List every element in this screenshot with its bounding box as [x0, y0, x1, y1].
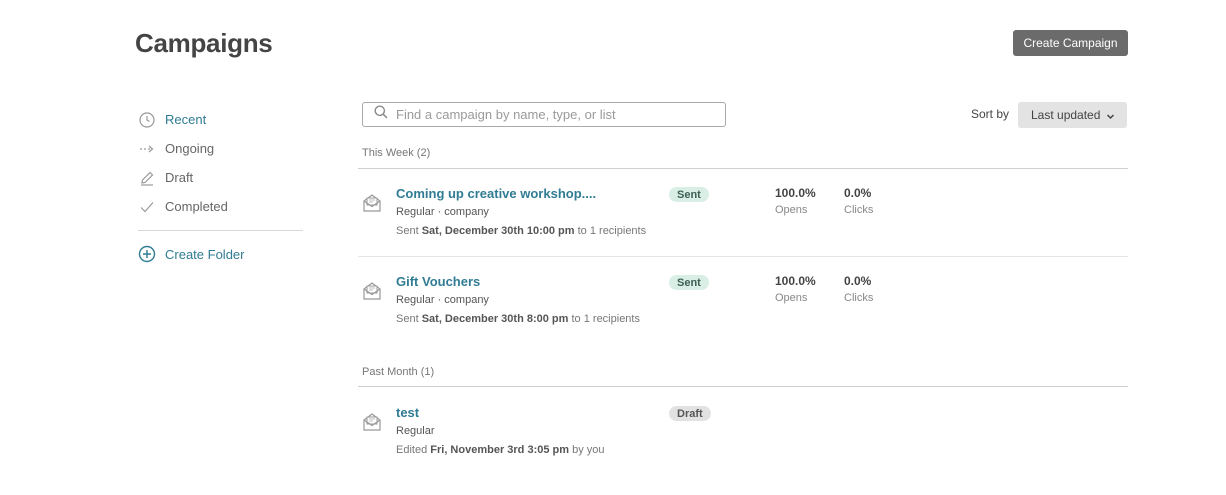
- campaign-meta: Sent Sat, December 30th 10:00 pm to 1 re…: [396, 225, 647, 237]
- sidebar-item-recent[interactable]: Recent: [138, 105, 303, 134]
- email-campaign-icon: [362, 281, 382, 301]
- sort-label: Sort by: [971, 107, 1010, 121]
- opens-label: Opens: [775, 292, 808, 304]
- sort-dropdown[interactable]: Last updated: [1018, 102, 1127, 128]
- status-badge: Draft: [669, 406, 711, 421]
- clicks-value: 0.0%: [844, 274, 872, 288]
- campaign-title-link[interactable]: Gift Vouchers: [396, 274, 480, 289]
- search-input[interactable]: [396, 107, 716, 122]
- sidebar-item-draft[interactable]: Draft: [138, 163, 303, 192]
- campaign-title-link[interactable]: test: [396, 405, 419, 420]
- campaign-row: Coming up creative workshop.... Regular …: [358, 186, 1128, 266]
- clicks-stat: 0.0% Clicks: [844, 186, 873, 216]
- campaign-title-link[interactable]: Coming up creative workshop....: [396, 186, 596, 201]
- campaign-row: test Regular Edited Fri, November 3rd 3:…: [358, 405, 1128, 485]
- group-divider: [358, 386, 1128, 387]
- chevron-down-icon: [1106, 110, 1115, 124]
- campaign-type: Regular · company: [396, 206, 489, 218]
- group-divider: [358, 168, 1128, 169]
- opens-value: 100.0%: [775, 186, 816, 200]
- opens-stat: 100.0% Opens: [775, 186, 816, 216]
- campaign-row: Gift Vouchers Regular · company Sent Sat…: [358, 274, 1128, 354]
- dashed-arrow-icon: [138, 140, 156, 158]
- clicks-value: 0.0%: [844, 186, 872, 200]
- status-badge: Sent: [669, 187, 709, 202]
- opens-label: Opens: [775, 204, 808, 216]
- group-header-this-week: This Week (2): [362, 147, 431, 159]
- campaign-meta: Sent Sat, December 30th 8:00 pm to 1 rec…: [396, 313, 640, 325]
- sidebar-item-completed[interactable]: Completed: [138, 192, 303, 221]
- group-header-past-month: Past Month (1): [362, 366, 435, 378]
- sidebar-item-label: Recent: [165, 112, 207, 127]
- checkmark-icon: [138, 198, 156, 216]
- clock-icon: [138, 111, 156, 129]
- search-box: [362, 102, 726, 127]
- search-icon: [374, 105, 388, 124]
- row-divider: [358, 256, 1128, 257]
- email-campaign-icon: [362, 412, 382, 432]
- sidebar-item-label: Draft: [165, 170, 194, 185]
- opens-value: 100.0%: [775, 274, 816, 288]
- sort-selected-value: Last updated: [1031, 108, 1101, 122]
- sidebar-item-label: Completed: [165, 199, 228, 214]
- plus-circle-icon: [138, 245, 156, 263]
- campaign-type: Regular: [396, 425, 435, 437]
- campaign-type: Regular · company: [396, 294, 489, 306]
- page-title: Campaigns: [135, 28, 273, 58]
- clicks-label: Clicks: [844, 292, 874, 304]
- email-campaign-icon: [362, 193, 382, 213]
- opens-stat: 100.0% Opens: [775, 274, 816, 304]
- campaign-meta: Edited Fri, November 3rd 3:05 pm by you: [396, 444, 605, 456]
- sidebar-divider: [138, 230, 303, 231]
- pencil-icon: [138, 169, 156, 187]
- create-campaign-button[interactable]: Create Campaign: [1013, 30, 1128, 56]
- clicks-stat: 0.0% Clicks: [844, 274, 873, 304]
- create-folder-button[interactable]: Create Folder: [138, 245, 303, 263]
- clicks-label: Clicks: [844, 204, 874, 216]
- status-badge: Sent: [669, 275, 709, 290]
- sidebar-item-ongoing[interactable]: Ongoing: [138, 134, 303, 163]
- sidebar-item-label: Ongoing: [165, 141, 215, 156]
- create-folder-label: Create Folder: [165, 246, 245, 262]
- sidebar: Recent Ongoing Draft Completed Create Fo…: [138, 105, 303, 263]
